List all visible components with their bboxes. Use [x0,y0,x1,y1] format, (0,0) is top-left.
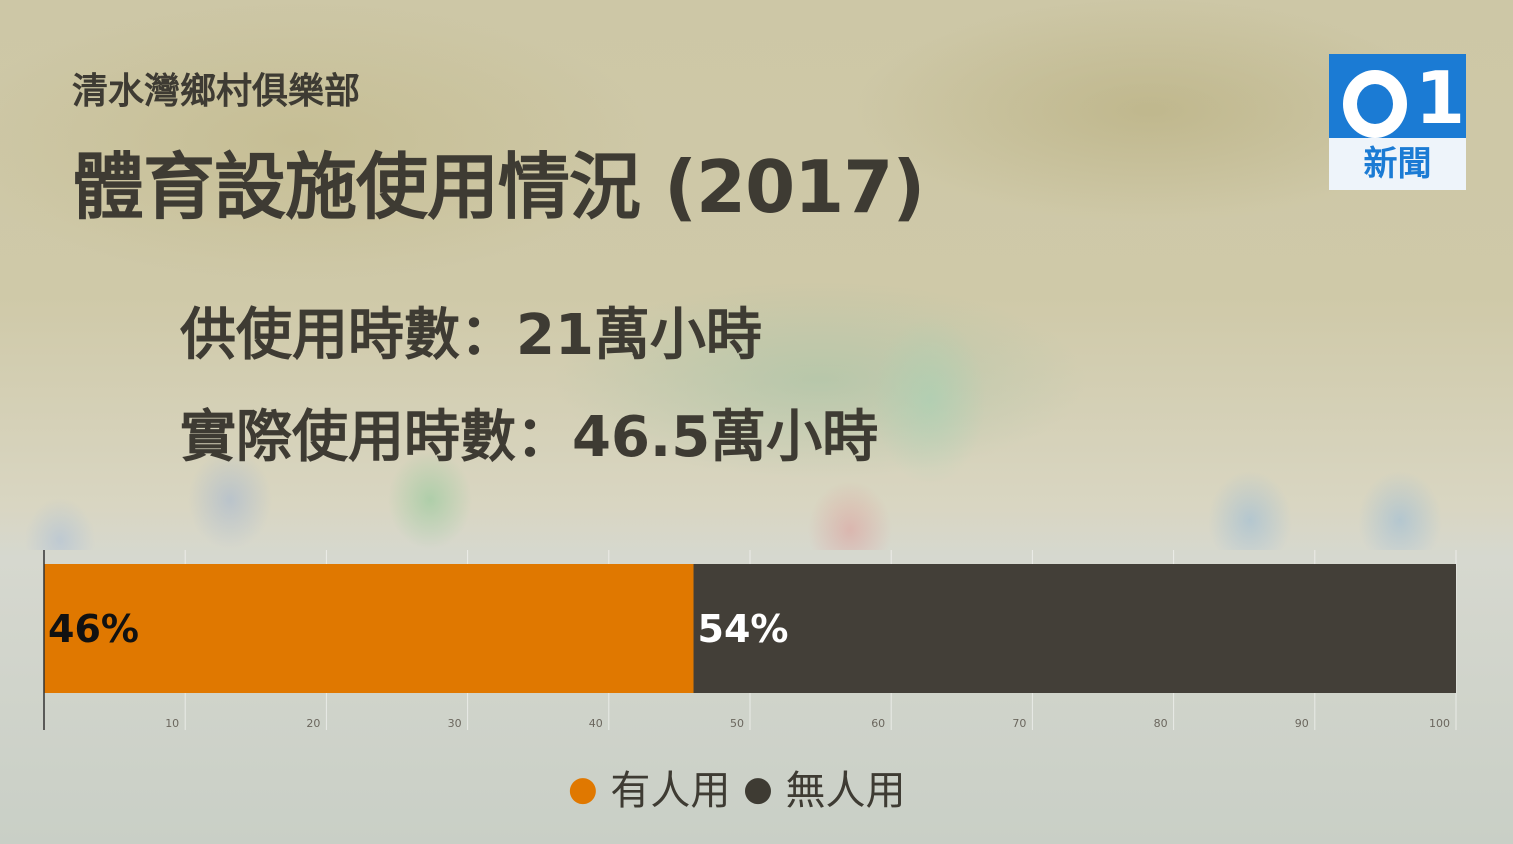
x-tick-label: 50 [730,717,744,730]
actual-hours-stat: 實際使用時數：46.5萬小時 [180,405,879,470]
data-label-2: 54% [698,607,789,651]
data-label-1: 46% [48,607,139,651]
logo-mark: 1 [1329,54,1466,138]
chart-title: 體育設施使用情況 (2017) [72,145,925,229]
x-tick-label: 70 [1012,717,1026,730]
legend-label-unused: 無人用 [785,768,906,814]
logo-one-glyph: 1 [1415,56,1466,140]
x-tick-label: 40 [589,717,603,730]
x-tick-label: 10 [165,717,179,730]
x-tick-label: 60 [871,717,885,730]
bar-segment-1 [44,564,694,693]
legend-dot-used: ● [568,769,598,809]
bar-segment-2 [693,564,1456,693]
logo-text: 新聞 [1329,138,1466,190]
x-tick-label: 90 [1295,717,1309,730]
logo-zero-icon [1343,70,1407,138]
x-tick-label: 80 [1154,717,1168,730]
legend-dot-unused: ● [743,769,773,809]
x-tick-label: 20 [306,717,320,730]
chart-subtitle: 清水灣鄉村俱樂部 [72,71,361,112]
hk01-logo: 1 新聞 [1329,54,1466,190]
available-hours-stat: 供使用時數：21萬小時 [180,303,762,368]
x-tick-label: 30 [448,717,462,730]
chart-legend: ● 有人用 ● 無人用 [568,758,906,816]
legend-label-used: 有人用 [610,768,731,814]
x-tick-label: 100 [1429,717,1450,730]
stacked-bar-chart: 10 20 30 40 50 60 70 80 90 100 46% 54% [43,550,1457,730]
